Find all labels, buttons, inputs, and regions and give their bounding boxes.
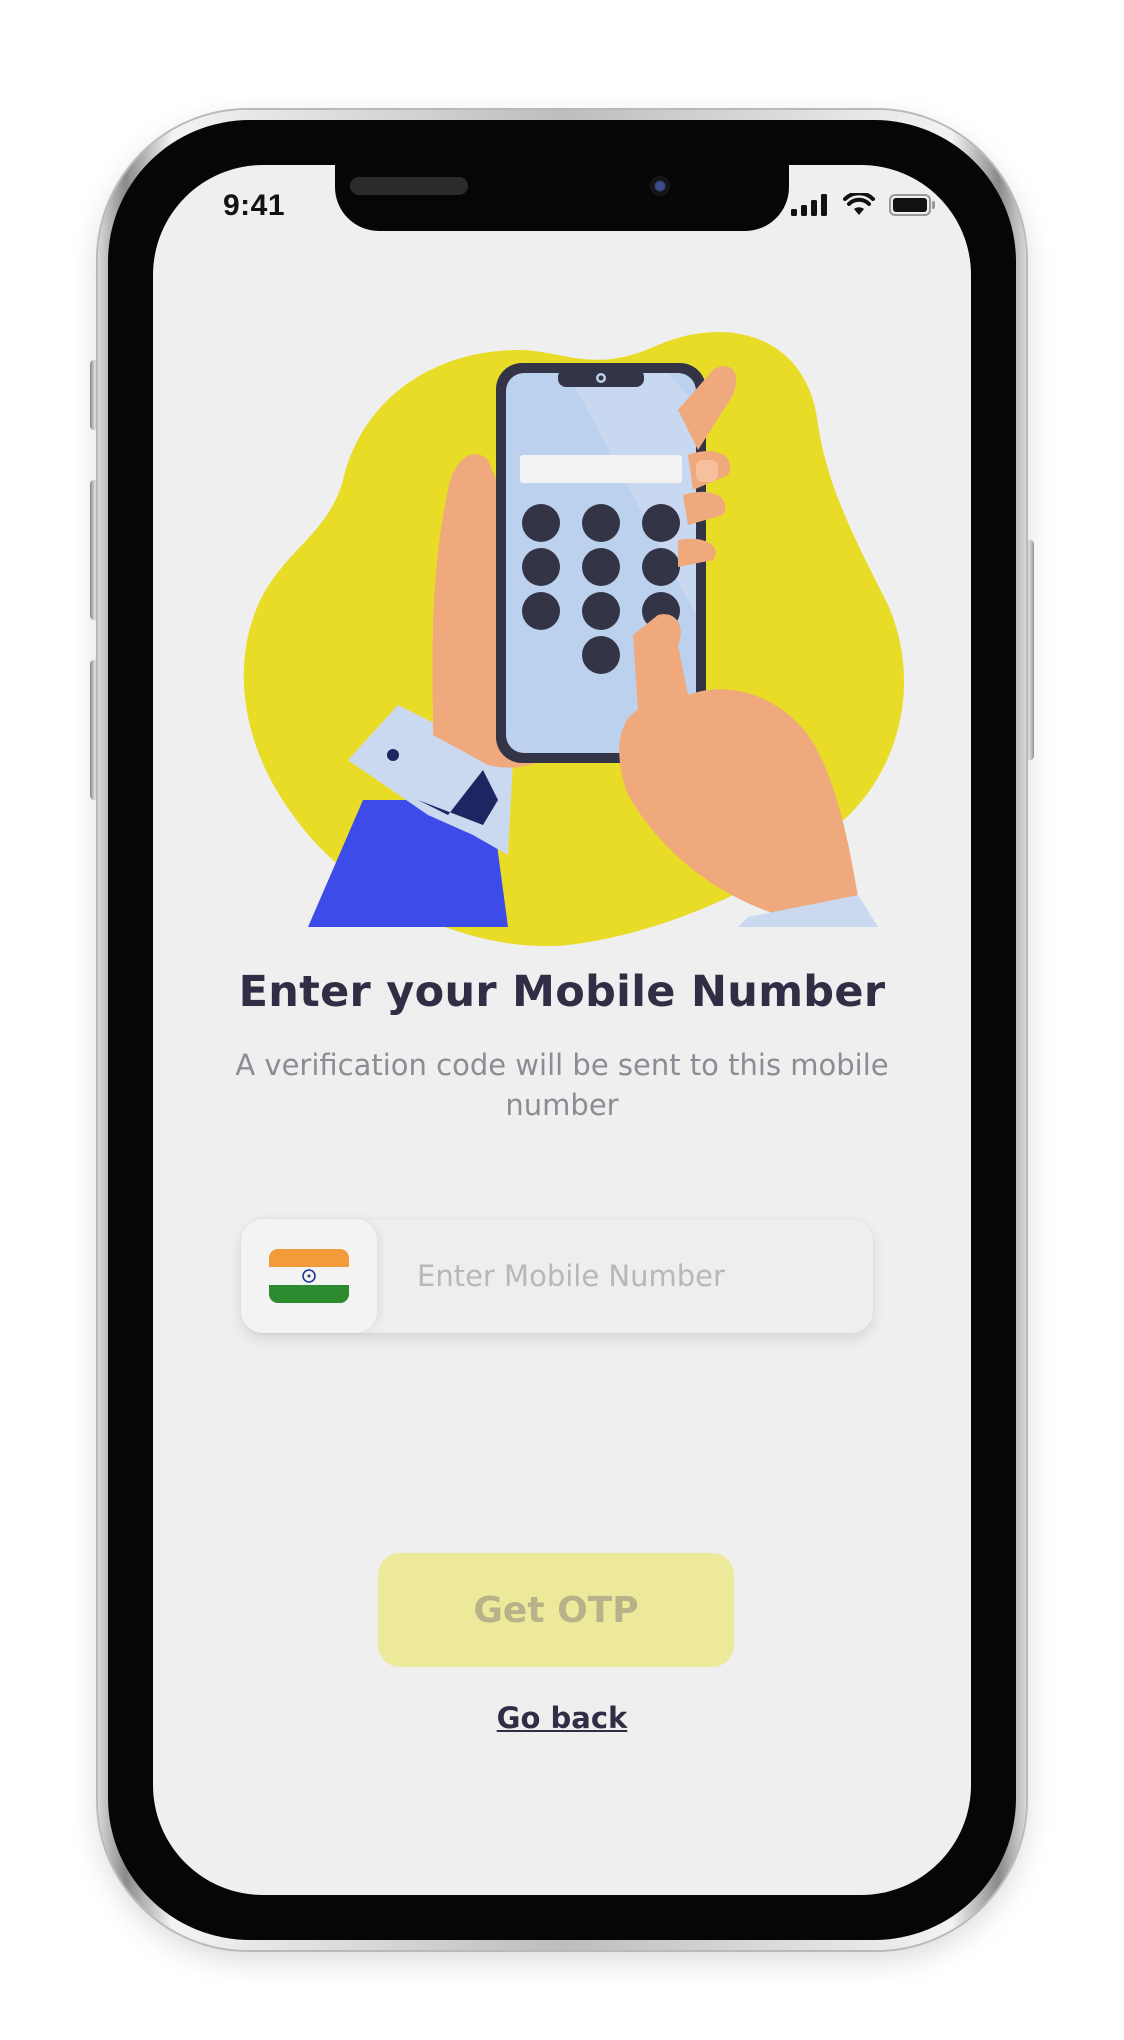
india-flag-icon [269,1249,349,1303]
battery-icon [889,194,935,216]
hands-holding-phone-illustration [243,331,904,947]
mobile-number-input[interactable] [377,1258,873,1294]
status-time: 9:41 [223,189,286,222]
status-icons [791,193,937,217]
notch [335,165,789,231]
country-code-selector[interactable] [241,1219,377,1333]
front-camera [650,176,670,196]
page-title: Enter your Mobile Number [238,967,886,1017]
signal-icon [791,194,827,216]
fingernail [696,460,718,482]
ashoka-chakra-icon [302,1269,316,1283]
cuff-button [387,749,399,761]
page-subtitle: A verification code will be sent to this… [235,1048,889,1122]
app-screen: 9:41 Enter your Mobile Number A verifica… [153,165,971,1895]
mobile-number-field [241,1219,873,1333]
wifi-icon [843,193,875,215]
get-otp-button[interactable]: Get OTP [378,1553,734,1667]
phone-mockup: 9:41 Enter your Mobile Number A verifica… [0,0,1124,2040]
go-back-link[interactable]: Go back [153,1701,971,1735]
earpiece-speaker [350,177,468,195]
